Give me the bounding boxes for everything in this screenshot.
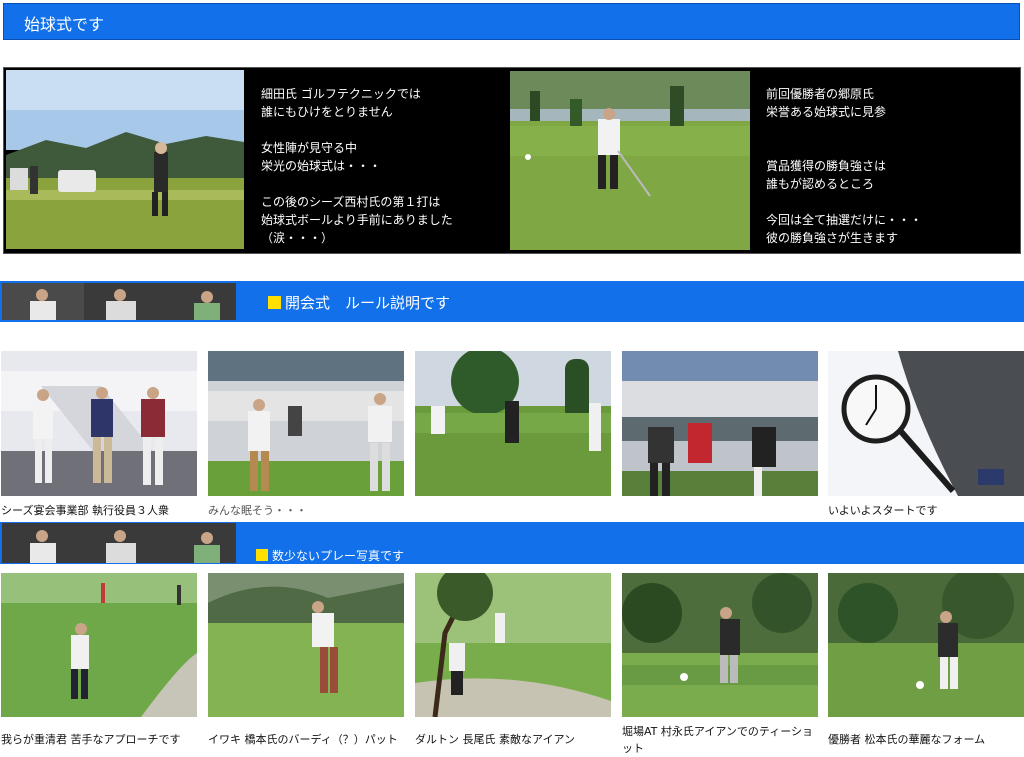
opening-section-title: 開会式 ルール説明です bbox=[268, 292, 450, 313]
opening-photo-4[interactable] bbox=[622, 351, 818, 496]
play-photo-3[interactable] bbox=[415, 573, 611, 717]
play-caption-5: 優勝者 松本氏の華麗なフォーム bbox=[828, 733, 986, 746]
opening-caption-1: シーズ宴会事業部 執行役員３人衆 bbox=[1, 504, 169, 517]
play-caption-1: 我らが重清君 苦手なアプローチです bbox=[1, 733, 181, 746]
play-banner-photo bbox=[2, 523, 236, 563]
yellow-square-icon bbox=[268, 296, 281, 309]
tee-off-right-text: 前回優勝者の郷原氏 栄誉ある始球式に見参 賞品獲得の勝負強さは 誰もが認めるとこ… bbox=[766, 87, 923, 245]
tee-off-left-text: 細田氏 ゴルフテクニックでは 誰にもひけをとりません 女性陣が見守る中 栄光の始… bbox=[261, 87, 453, 245]
opening-photo-1[interactable] bbox=[1, 351, 197, 496]
tee-off-photo-hosoda[interactable] bbox=[6, 70, 244, 249]
page-title: 始球式です bbox=[24, 15, 105, 34]
page-header: 始球式です bbox=[3, 3, 1020, 40]
opening-photo-3[interactable] bbox=[415, 351, 611, 496]
opening-photo-5[interactable] bbox=[828, 351, 1024, 496]
tee-off-panel: 細田氏 ゴルフテクニックでは 誰にもひけをとりません 女性陣が見守る中 栄光の始… bbox=[3, 67, 1021, 254]
play-photo-4[interactable] bbox=[622, 573, 818, 717]
yellow-square-icon bbox=[256, 549, 268, 561]
play-caption-3: ダルトン 長尾氏 素敵なアイアン bbox=[415, 733, 576, 746]
opening-banner-photo bbox=[2, 283, 236, 320]
opening-caption-5: いよいよスタートです bbox=[828, 504, 938, 517]
play-photo-2[interactable] bbox=[208, 573, 404, 717]
play-photo-5[interactable] bbox=[828, 573, 1024, 717]
play-caption-4: 堀場AT 村永氏アイアンでのティーショット bbox=[622, 725, 814, 755]
play-photo-1[interactable] bbox=[1, 573, 197, 717]
opening-caption-2: みんな眠そう・・・ bbox=[208, 504, 307, 517]
tee-off-photo-gohara[interactable] bbox=[510, 71, 750, 250]
play-section-title: 数少ないプレー写真です bbox=[256, 547, 404, 564]
play-caption-2: イワキ 橋本氏のバーディ（？）パット bbox=[208, 733, 398, 746]
opening-photo-2[interactable] bbox=[208, 351, 404, 496]
